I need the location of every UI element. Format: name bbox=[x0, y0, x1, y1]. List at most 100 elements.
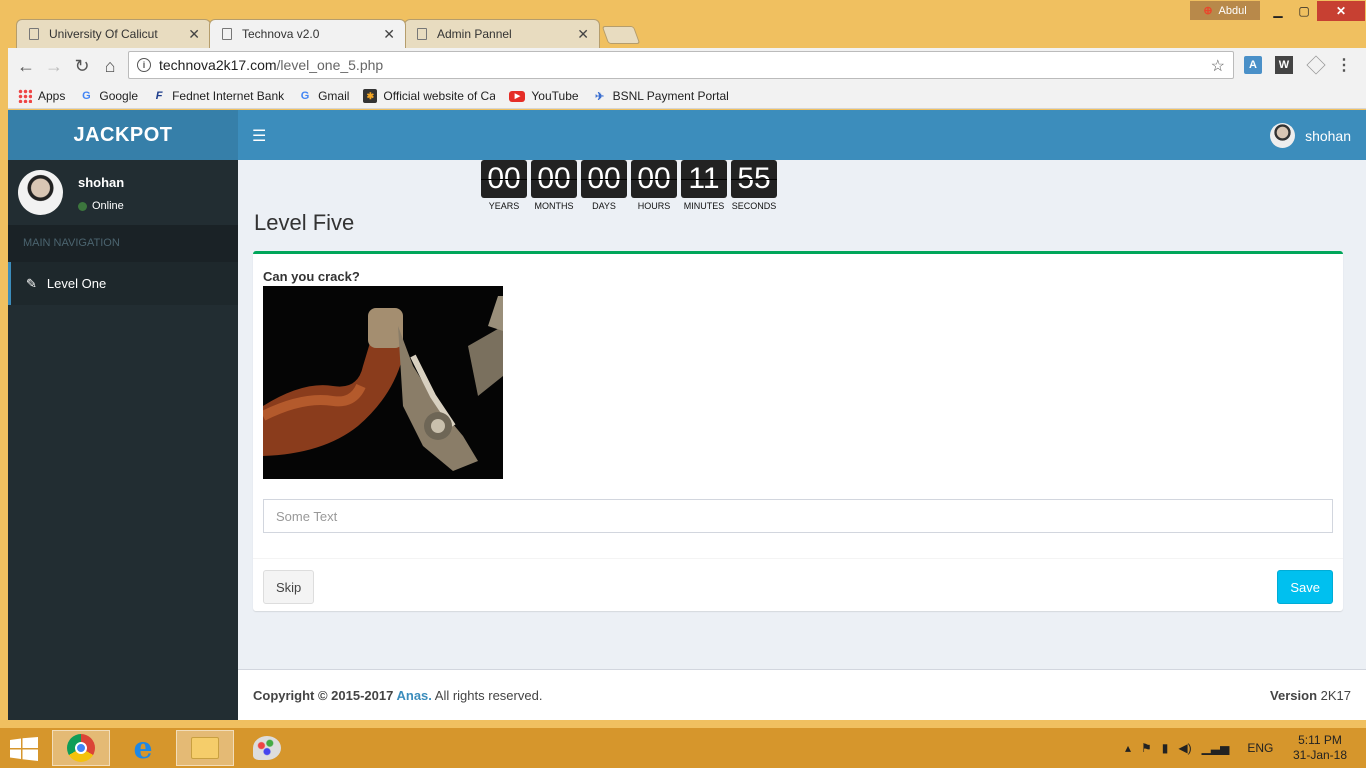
avatar bbox=[18, 170, 63, 215]
bookmark-star-icon[interactable]: ☆ bbox=[1211, 56, 1225, 76]
puzzle-image bbox=[263, 286, 503, 479]
skip-button[interactable]: Skip bbox=[263, 570, 315, 604]
edit-icon: ✎ bbox=[26, 275, 37, 291]
box-footer: Skip Save bbox=[253, 558, 1343, 611]
version: Version 2K17 bbox=[1270, 688, 1351, 703]
countdown-value: 55 bbox=[731, 160, 777, 198]
avatar bbox=[1270, 123, 1296, 148]
tab-label: Technova v2.0 bbox=[242, 27, 320, 41]
countdown-unit: 00 HOURS bbox=[631, 160, 677, 211]
windows-start-icon[interactable] bbox=[10, 737, 38, 761]
app-logo[interactable]: JACKPOT bbox=[8, 110, 238, 160]
countdown-value: 00 bbox=[531, 160, 577, 198]
countdown-label: YEARS bbox=[488, 201, 520, 211]
info-icon[interactable]: i bbox=[137, 58, 151, 72]
save-button[interactable]: Save bbox=[1277, 570, 1333, 604]
language-indicator[interactable]: ENG bbox=[1247, 741, 1273, 755]
sidebar-item-level-one[interactable]: ✎ Level One bbox=[8, 262, 238, 305]
chrome-icon bbox=[67, 734, 95, 762]
bookmark-label: Apps bbox=[38, 89, 66, 103]
bookmark-label: Gmail bbox=[318, 89, 350, 103]
tab-university[interactable]: University Of Calicut ✕ bbox=[16, 19, 211, 48]
minimize-button[interactable]: ▁ bbox=[1265, 1, 1291, 21]
home-icon[interactable]: ⌂ bbox=[96, 52, 124, 80]
menu-toggle-icon[interactable]: ☰ bbox=[252, 126, 266, 146]
network-icon[interactable]: ▁▃▅ bbox=[1202, 741, 1230, 755]
bookmark-youtube[interactable]: ▶ YouTube bbox=[509, 89, 579, 103]
sidebar-user-name: shohan bbox=[78, 175, 125, 190]
countdown-unit: 55 SECONDS bbox=[731, 160, 777, 211]
user-panel: shohan Online bbox=[8, 160, 238, 225]
bookmark-label: BSNL Payment Portal bbox=[612, 89, 729, 103]
countdown-value: 11 bbox=[681, 160, 727, 198]
close-tab-icon[interactable]: ✕ bbox=[383, 26, 395, 43]
volume-icon[interactable]: ◀) bbox=[1178, 741, 1191, 755]
countdown-label: SECONDS bbox=[731, 201, 777, 211]
flag-icon[interactable]: ⚑ bbox=[1141, 741, 1152, 755]
browser-window: ⊕ Abdul ▁ ▢ ✕ University Of Calicut ✕ Tec… bbox=[0, 0, 1366, 728]
arm-wrestling-image bbox=[263, 286, 503, 479]
page-footer: Copyright © 2015-2017 Anas. All rights r… bbox=[238, 669, 1366, 720]
paint-palette-icon bbox=[253, 736, 281, 760]
countdown-label: HOURS bbox=[637, 201, 671, 211]
youtube-icon: ▶ bbox=[509, 90, 526, 102]
online-dot-icon bbox=[78, 201, 87, 211]
brand-link[interactable]: Anas. bbox=[396, 688, 431, 703]
new-tab-button[interactable] bbox=[601, 26, 641, 44]
status-text: Online bbox=[92, 200, 124, 212]
countdown-unit: 11 MINUTES bbox=[681, 160, 727, 211]
close-tab-icon[interactable]: ✕ bbox=[188, 26, 200, 43]
apps-grid-icon bbox=[18, 89, 32, 103]
taskbar-paint[interactable] bbox=[238, 730, 296, 766]
nav-header: MAIN NAVIGATION bbox=[8, 225, 238, 262]
google-icon: G bbox=[300, 90, 310, 102]
bookmark-official-website[interactable]: ✱ Official website of Ca bbox=[363, 89, 495, 103]
back-arrow-icon[interactable]: ← bbox=[12, 52, 40, 80]
folder-icon bbox=[191, 737, 219, 759]
taskbar-ie[interactable]: e bbox=[114, 730, 172, 766]
profile-name: Abdul bbox=[1218, 4, 1247, 17]
extension-w-icon[interactable]: W bbox=[1275, 56, 1293, 74]
joomla-icon: ✱ bbox=[363, 89, 378, 103]
fednet-icon: F bbox=[155, 90, 163, 102]
user-menu[interactable]: shohan bbox=[1270, 123, 1351, 148]
close-tab-icon[interactable]: ✕ bbox=[577, 26, 589, 43]
extension-cube-icon[interactable] bbox=[1306, 55, 1326, 75]
browser-toolbar: ← → ↻ ⌂ i technova2k17.com/level_one_5.p… bbox=[8, 48, 1366, 84]
close-window-button[interactable]: ✕ bbox=[1317, 1, 1365, 21]
rights-text: All rights reserved. bbox=[431, 687, 543, 703]
clock[interactable]: 5:11 PM 31-Jan-18 bbox=[1290, 733, 1350, 763]
bookmark-fednet[interactable]: F Fednet Internet Bank bbox=[152, 89, 284, 103]
bookmark-bsnl[interactable]: ✈ BSNL Payment Portal bbox=[593, 89, 729, 103]
chrome-menu-icon[interactable]: ⋮ bbox=[1336, 56, 1352, 74]
windows-taskbar: e ▴ ⚑ ▮ ◀) ▁▃▅ ENG 5:11 PM 31-Jan-18 bbox=[0, 728, 1366, 768]
countdown-label: MONTHS bbox=[534, 201, 574, 211]
bsnl-icon: ✈ bbox=[594, 90, 605, 103]
profile-chip[interactable]: ⊕ Abdul bbox=[1190, 1, 1260, 20]
bookmark-label: Fednet Internet Bank bbox=[172, 89, 285, 103]
copyright: Copyright © 2015-2017 Anas. All rights r… bbox=[253, 688, 542, 703]
taskbar-explorer[interactable] bbox=[176, 730, 234, 766]
tab-admin[interactable]: Admin Pannel ✕ bbox=[404, 19, 600, 48]
taskbar-chrome[interactable] bbox=[52, 730, 110, 766]
forward-arrow-icon[interactable]: → bbox=[40, 52, 68, 80]
version-value: 2K17 bbox=[1317, 687, 1351, 703]
countdown-label: MINUTES bbox=[683, 201, 725, 211]
bookmark-gmail[interactable]: G Gmail bbox=[298, 89, 350, 103]
answer-input[interactable] bbox=[263, 499, 1333, 533]
maximize-button[interactable]: ▢ bbox=[1291, 1, 1317, 21]
tab-technova[interactable]: Technova v2.0 ✕ bbox=[209, 19, 406, 48]
battery-icon[interactable]: ▮ bbox=[1162, 741, 1169, 755]
bookmark-label: Official website of Ca bbox=[383, 89, 496, 103]
bookmark-apps[interactable]: Apps bbox=[18, 89, 65, 103]
web-page: JACKPOT ☰ shohan shohan Online MAIN NAVI… bbox=[8, 110, 1366, 720]
countdown-label: DAYS bbox=[592, 201, 616, 211]
tray-arrow-icon[interactable]: ▴ bbox=[1125, 741, 1131, 755]
sidebar-item-label: Level One bbox=[46, 276, 107, 291]
reload-icon[interactable]: ↻ bbox=[68, 52, 96, 80]
countdown-value: 00 bbox=[481, 160, 527, 198]
extension-a-icon[interactable]: A bbox=[1244, 56, 1262, 74]
address-bar[interactable]: i technova2k17.com/level_one_5.php ☆ bbox=[128, 51, 1234, 79]
bookmark-google[interactable]: G Google bbox=[79, 89, 138, 103]
question-box: Can you crack? Some Text Skip Save bbox=[253, 251, 1343, 611]
